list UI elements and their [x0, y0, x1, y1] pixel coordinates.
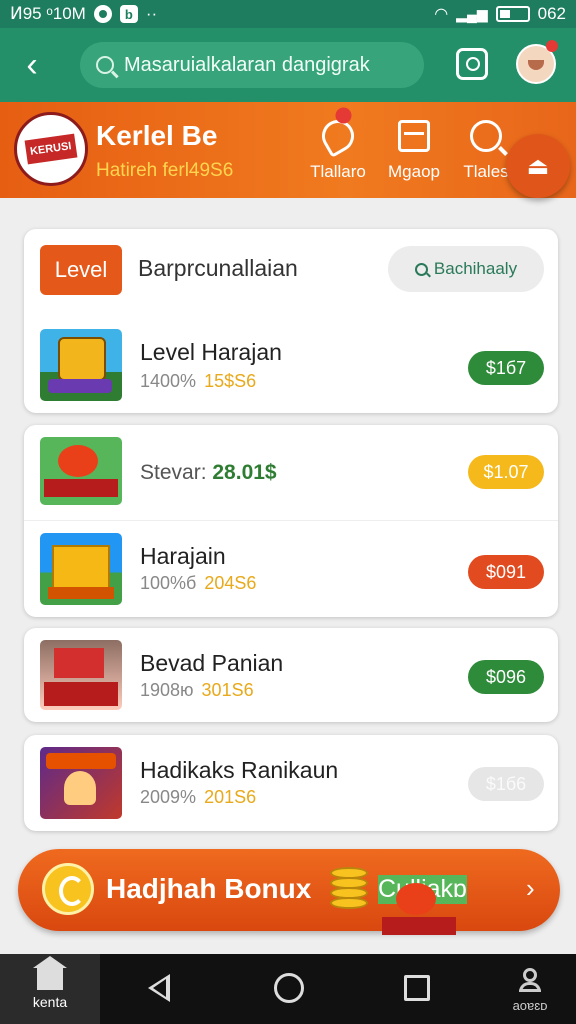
- search-icon: [96, 56, 114, 74]
- item-thumbnail: [40, 533, 122, 605]
- search-input[interactable]: Masaruialkalaran dangigrak: [80, 42, 424, 88]
- item-card: Stevar: 28.01$ $1.07 Harajain 100%б 204S6…: [24, 425, 558, 617]
- nav-profile-label: aoɐɛᴅ: [512, 998, 548, 1013]
- battery-icon: [495, 6, 530, 22]
- banner-nav-tap[interactable]: Tlallaro: [304, 114, 372, 182]
- item-stats: 1400% 15$S6: [140, 371, 257, 391]
- search-placeholder: Masaruialkalaran dangigrak: [124, 53, 370, 76]
- item-stats: 1908ю 301S6: [140, 680, 254, 700]
- item-thumbnail: [40, 747, 122, 819]
- search-icon: [470, 120, 502, 152]
- bonus-button[interactable]: Hadjhah Bonux Culljakɒ ›: [18, 849, 560, 935]
- item-stats: 2009% 201S6: [140, 787, 257, 807]
- chevron-right-icon: ›: [526, 873, 535, 903]
- chevron-left-icon: ‹: [26, 45, 38, 84]
- item-card: Bevad Panian 1908ю 301S6 $096: [24, 628, 558, 722]
- price-badge[interactable]: $1.07: [468, 455, 544, 489]
- bonus-title: Hadjhah Bonux: [106, 873, 312, 904]
- price-badge[interactable]: $091: [468, 555, 544, 589]
- card-search-label: Bachihaaly: [433, 259, 518, 278]
- level-card: Level Barprcunallaian Bachihaaly Level H…: [24, 229, 558, 413]
- app-notification-icon: b: [119, 5, 138, 23]
- store-title: Kerlel Be: [96, 120, 218, 151]
- system-back-button[interactable]: [148, 974, 170, 1002]
- store-banner: KERUSI Kerlel Be Hatireh ferl49S6 Tlalla…: [0, 102, 576, 198]
- coin-icon: [42, 863, 94, 915]
- item-card: Hadikaks Ranikaun 2009% 201S6 $1б6: [24, 735, 558, 831]
- card-search-button[interactable]: Bachihaaly: [388, 246, 544, 292]
- status-time: Ͷ95 ᵒ10M: [10, 4, 86, 23]
- back-button[interactable]: ‹: [0, 28, 64, 102]
- wifi-icon: ◠: [434, 6, 449, 23]
- notification-icon: [93, 5, 112, 23]
- item-thumbnail: [40, 437, 122, 505]
- card-title: Barprcunallaian: [138, 255, 298, 281]
- system-nav-bar: kenta aoɐɛᴅ: [0, 954, 576, 1024]
- scan-icon[interactable]: [456, 48, 488, 80]
- item-name: Stevar: 28.01$: [140, 461, 277, 484]
- status-bar: Ͷ95 ᵒ10M b ·· ◠ ▂▄▆ 062: [0, 0, 576, 28]
- item-name: Harajain: [140, 543, 226, 569]
- banner-nav-label: Tlales: [463, 162, 509, 181]
- map-icon: [398, 120, 430, 152]
- nav-profile-button[interactable]: aoɐɛᴅ: [490, 954, 570, 1024]
- coin-stack-icon: [330, 867, 372, 911]
- item-name: Bevad Panian: [140, 650, 284, 676]
- item-name: Level Harajan: [140, 339, 282, 365]
- home-icon: [33, 956, 67, 990]
- item-thumbnail: [40, 329, 122, 401]
- battery-percent: 062: [537, 4, 566, 23]
- menu-fab-button[interactable]: ⏏: [506, 134, 570, 198]
- nav-home-label: kenta: [32, 994, 68, 1010]
- tap-icon: [316, 114, 360, 158]
- nav-home-button[interactable]: kenta: [0, 954, 100, 1024]
- system-home-button[interactable]: [274, 973, 304, 1003]
- price-badge[interactable]: $1б7: [468, 351, 544, 385]
- divider: [24, 520, 558, 521]
- banner-nav-label: Tlallaro: [310, 162, 366, 181]
- signal-icon: ▂▄▆: [456, 5, 488, 22]
- store-logo: KERUSI: [14, 112, 88, 186]
- item-thumbnail: [40, 640, 122, 710]
- app-header: ‹ Masaruialkalaran dangigrak: [0, 28, 576, 102]
- price-badge[interactable]: $096: [468, 660, 544, 694]
- banner-nav-map[interactable]: Mgaop: [380, 120, 448, 182]
- price-badge[interactable]: $1б6: [468, 767, 544, 801]
- bonus-action-label: Culljakɒ: [378, 875, 467, 935]
- more-notifications-icon: ··: [145, 4, 158, 23]
- search-icon: [414, 262, 428, 276]
- profile-icon: [519, 968, 541, 994]
- level-button[interactable]: Level: [40, 245, 122, 295]
- item-stats: 100%б 204S6: [140, 573, 257, 593]
- avatar[interactable]: [516, 40, 558, 84]
- system-recents-button[interactable]: [404, 975, 430, 1001]
- item-name: Hadikaks Ranikaun: [140, 757, 339, 783]
- menu-icon: ⏏: [526, 152, 550, 180]
- banner-nav-label: Mgaop: [388, 162, 440, 181]
- store-subtitle: Hatireh ferl49S6: [96, 160, 234, 181]
